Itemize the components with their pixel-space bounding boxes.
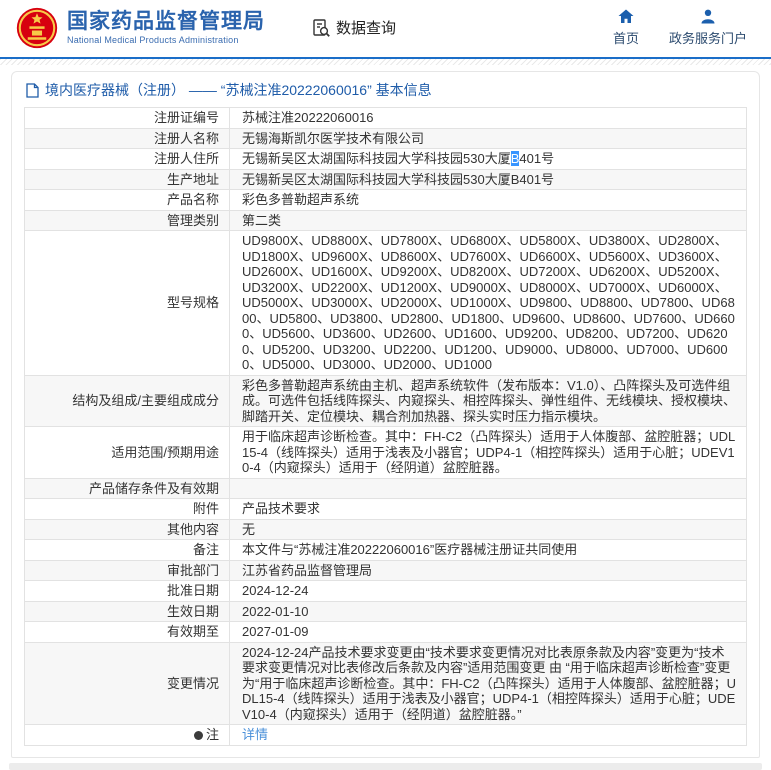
table-row: 有效期至 2027-01-09 bbox=[24, 621, 747, 643]
row-label: 备注 bbox=[24, 539, 230, 561]
row-value: 彩色多普勒超声系统由主机、超声系统软件（发布版本：V1.0）、凸阵探头及可选件组… bbox=[229, 374, 747, 427]
breadcrumb-text: 境内医疗器械（注册） —— “苏械注准20222060016” 基本信息 bbox=[45, 82, 432, 98]
table-row: 管理类别 第二类 bbox=[24, 209, 747, 231]
table-row: 结构及组成/主要组成成分 彩色多普勒超声系统由主机、超声系统软件（发布版本：V1.… bbox=[24, 374, 747, 427]
user-icon bbox=[701, 9, 715, 23]
row-label: 审批部门 bbox=[24, 559, 230, 581]
table-row: 产品储存条件及有效期 bbox=[24, 477, 747, 499]
row-label: 生产地址 bbox=[24, 168, 230, 190]
document-icon bbox=[26, 82, 39, 98]
table-row: 批准日期 2024-12-24 bbox=[24, 580, 747, 602]
row-label: 型号规格 bbox=[24, 230, 230, 376]
org-names: 国家药品监督管理局 National Medical Products Admi… bbox=[67, 10, 265, 45]
table-row: 生效日期 2022-01-10 bbox=[24, 600, 747, 622]
site-header: 国家药品监督管理局 National Medical Products Admi… bbox=[0, 0, 771, 57]
row-label: 结构及组成/主要组成成分 bbox=[24, 374, 230, 427]
row-value: 详情 bbox=[229, 724, 747, 746]
table-row: 注册人名称 无锡海斯凯尔医学技术有限公司 bbox=[24, 127, 747, 149]
row-value: 2027-01-09 bbox=[229, 621, 747, 643]
table-row: 变更情况 2024-12-24产品技术要求变更由“技术要求变更情况对比表原条款及内… bbox=[24, 641, 747, 725]
table-row: 生产地址 无锡新吴区太湖国际科技园大学科技园530大厦B401号 bbox=[24, 168, 747, 190]
row-value: 用于临床超声诊断检查。其中：FH-C2（凸阵探头）适用于人体腹部、盆腔脏器；UD… bbox=[229, 426, 747, 479]
row-value bbox=[229, 477, 747, 499]
row-value: 第二类 bbox=[229, 209, 747, 231]
row-value: 无锡新吴区太湖国际科技园大学科技园530大厦B401号 bbox=[229, 148, 747, 170]
row-value: 无 bbox=[229, 518, 747, 540]
table-row: 其他内容无 bbox=[24, 518, 747, 540]
row-value: UD9800X、UD8800X、UD7800X、UD6800X、UD5800X、… bbox=[229, 230, 747, 376]
registration-info-table: 注册证编号 苏械注准20222060016 注册人名称 无锡海斯凯尔医学技术有限公司注… bbox=[24, 107, 747, 746]
table-row: 附件 产品技术要求 bbox=[24, 498, 747, 520]
document-search-icon bbox=[313, 18, 330, 37]
detail-link[interactable]: 详情 bbox=[242, 727, 268, 742]
logo[interactable]: 国家药品监督管理局 National Medical Products Admi… bbox=[16, 5, 265, 51]
row-label: 注册人名称 bbox=[24, 127, 230, 149]
row-value: 苏械注准20222060016 bbox=[229, 107, 747, 129]
nav-gov-portal-label: 政务服务门户 bbox=[668, 30, 747, 46]
selected-text: B bbox=[510, 151, 520, 166]
national-emblem-icon bbox=[16, 7, 58, 48]
row-value: 无锡海斯凯尔医学技术有限公司 bbox=[229, 127, 747, 149]
nav-home-label: 首页 bbox=[612, 30, 639, 46]
row-value: 彩色多普勒超声系统 bbox=[229, 189, 747, 211]
row-label: 附件 bbox=[24, 498, 230, 520]
row-label: 有效期至 bbox=[24, 621, 230, 643]
org-name-cn: 国家药品监督管理局 bbox=[67, 10, 265, 33]
header-nav: 首页 政务服务门户 bbox=[613, 9, 757, 47]
footer-strip bbox=[9, 762, 762, 770]
row-value: 2024-12-24产品技术要求变更由“技术要求变更情况对比表原条款及内容”变更… bbox=[229, 641, 747, 725]
row-value: 本文件与“苏械注准20222060016”医疗器械注册证共同使用 bbox=[229, 539, 747, 561]
info-table-body: 注册证编号 苏械注准20222060016 注册人名称 无锡海斯凯尔医学技术有限公司注… bbox=[24, 107, 747, 746]
table-row: 适用范围/预期用途 用于临床超声诊断检查。其中：FH-C2（凸阵探头）适用于人体腹… bbox=[24, 426, 747, 479]
row-label: 变更情况 bbox=[24, 641, 230, 725]
row-label: 注册人住所 bbox=[24, 148, 230, 170]
row-label: 产品名称 bbox=[24, 189, 230, 211]
row-value: 江苏省药品监督管理局 bbox=[229, 559, 747, 581]
row-label: 注册证编号 bbox=[24, 107, 230, 129]
row-value: 2022-01-10 bbox=[229, 600, 747, 622]
data-query-label: 数据查询 bbox=[336, 20, 397, 37]
table-row: 注册人住所 无锡新吴区太湖国际科技园大学科技园530大厦B401号 bbox=[24, 148, 747, 170]
table-row: 产品名称 彩色多普勒超声系统 bbox=[24, 189, 747, 211]
note-icon bbox=[193, 731, 203, 740]
table-row: 型号规格 UD9800X、UD8800X、UD7800X、UD6800X、UD58… bbox=[24, 230, 747, 376]
row-label: 生效日期 bbox=[24, 600, 230, 622]
row-label: 其他内容 bbox=[24, 518, 230, 540]
row-label: 适用范围/预期用途 bbox=[24, 426, 230, 479]
table-row: 注册证编号 苏械注准20222060016 bbox=[24, 107, 747, 129]
nav-home[interactable]: 首页 bbox=[613, 9, 639, 47]
row-label: 注 bbox=[24, 724, 230, 746]
breadcrumb: 境内医疗器械（注册） —— “苏械注准20222060016” 基本信息 bbox=[24, 72, 747, 107]
org-name-en: National Medical Products Administration bbox=[67, 35, 239, 45]
row-value: 无锡新吴区太湖国际科技园大学科技园530大厦B401号 bbox=[229, 168, 747, 190]
table-row: 备注 本文件与“苏械注准20222060016”医疗器械注册证共同使用 bbox=[24, 539, 747, 561]
home-icon bbox=[618, 9, 634, 23]
row-value: 产品技术要求 bbox=[229, 498, 747, 520]
row-label: 产品储存条件及有效期 bbox=[24, 477, 230, 499]
table-row: 注详情 bbox=[24, 724, 747, 746]
row-value: 2024-12-24 bbox=[229, 580, 747, 602]
hatch-pattern-strip bbox=[0, 59, 771, 65]
row-label: 批准日期 bbox=[24, 580, 230, 602]
content-panel: 境内医疗器械（注册） —— “苏械注准20222060016” 基本信息 注册证… bbox=[11, 71, 760, 758]
data-query-link[interactable]: 数据查询 bbox=[311, 17, 396, 38]
row-label: 管理类别 bbox=[24, 209, 230, 231]
table-row: 审批部门 江苏省药品监督管理局 bbox=[24, 559, 747, 581]
nav-gov-portal[interactable]: 政务服务门户 bbox=[669, 9, 747, 47]
